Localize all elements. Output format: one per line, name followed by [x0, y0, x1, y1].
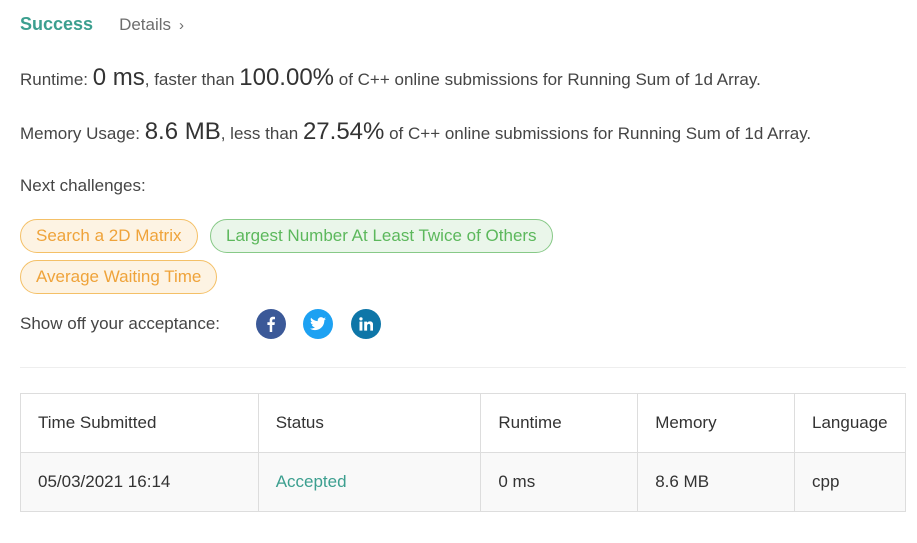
share-label: Show off your acceptance:	[20, 314, 221, 333]
runtime-suffix: of C++ online submissions for Running Su…	[334, 70, 761, 89]
status-accepted-link[interactable]: Accepted	[276, 472, 347, 491]
memory-label: Memory Usage:	[20, 124, 145, 143]
memory-mid-text: , less than	[220, 124, 303, 143]
status-success-label: Success	[20, 14, 94, 34]
memory-value: 8.6 MB	[144, 118, 221, 145]
column-header-time-submitted: Time Submitted	[20, 393, 259, 453]
result-header: Success Details ›	[20, 14, 184, 35]
cell-status: Accepted	[257, 452, 482, 512]
chevron-right-icon: ›	[179, 17, 185, 34]
runtime-stat: Runtime: 0 ms, faster than 100.00% of C+…	[20, 64, 761, 92]
submission-result-page: Success Details › Runtime: 0 ms, faster t…	[0, 0, 917, 543]
details-label: Details	[119, 15, 172, 34]
linkedin-icon[interactable]	[351, 309, 381, 339]
runtime-percent: 100.00%	[239, 64, 335, 91]
column-header-status: Status	[257, 393, 482, 453]
section-divider	[20, 367, 906, 368]
runtime-value: 0 ms	[92, 64, 145, 91]
cell-language: cpp	[794, 452, 906, 512]
table-header-row: Time Submitted Status Runtime Memory Lan…	[20, 393, 906, 453]
challenge-tag-largest-number[interactable]: Largest Number At Least Twice of Others	[210, 219, 553, 253]
twitter-icon[interactable]	[303, 309, 333, 339]
cell-runtime: 0 ms	[480, 452, 639, 512]
cell-time-submitted: 05/03/2021 16:14	[20, 452, 259, 512]
challenge-tag-average-waiting-time[interactable]: Average Waiting Time	[20, 260, 218, 294]
column-header-language: Language	[794, 393, 906, 453]
column-header-memory: Memory	[637, 393, 795, 453]
details-link[interactable]: Details ›	[119, 15, 184, 35]
memory-percent: 27.54%	[302, 118, 385, 145]
next-challenges-title: Next challenges:	[20, 176, 146, 195]
submissions-table: Time Submitted Status Runtime Memory Lan…	[20, 393, 906, 512]
memory-suffix: of C++ online submissions for Running Su…	[384, 124, 812, 143]
memory-stat: Memory Usage: 8.6 MB, less than 27.54% o…	[20, 118, 811, 146]
runtime-mid-text: , faster than	[144, 70, 240, 89]
column-header-runtime: Runtime	[480, 393, 639, 453]
cell-memory: 8.6 MB	[637, 452, 795, 512]
runtime-label: Runtime:	[20, 70, 93, 89]
facebook-icon[interactable]	[256, 309, 286, 339]
challenge-tag-search-2d-matrix[interactable]: Search a 2D Matrix	[20, 219, 198, 253]
table-row: 05/03/2021 16:14 Accepted 0 ms 8.6 MB cp…	[20, 452, 906, 512]
